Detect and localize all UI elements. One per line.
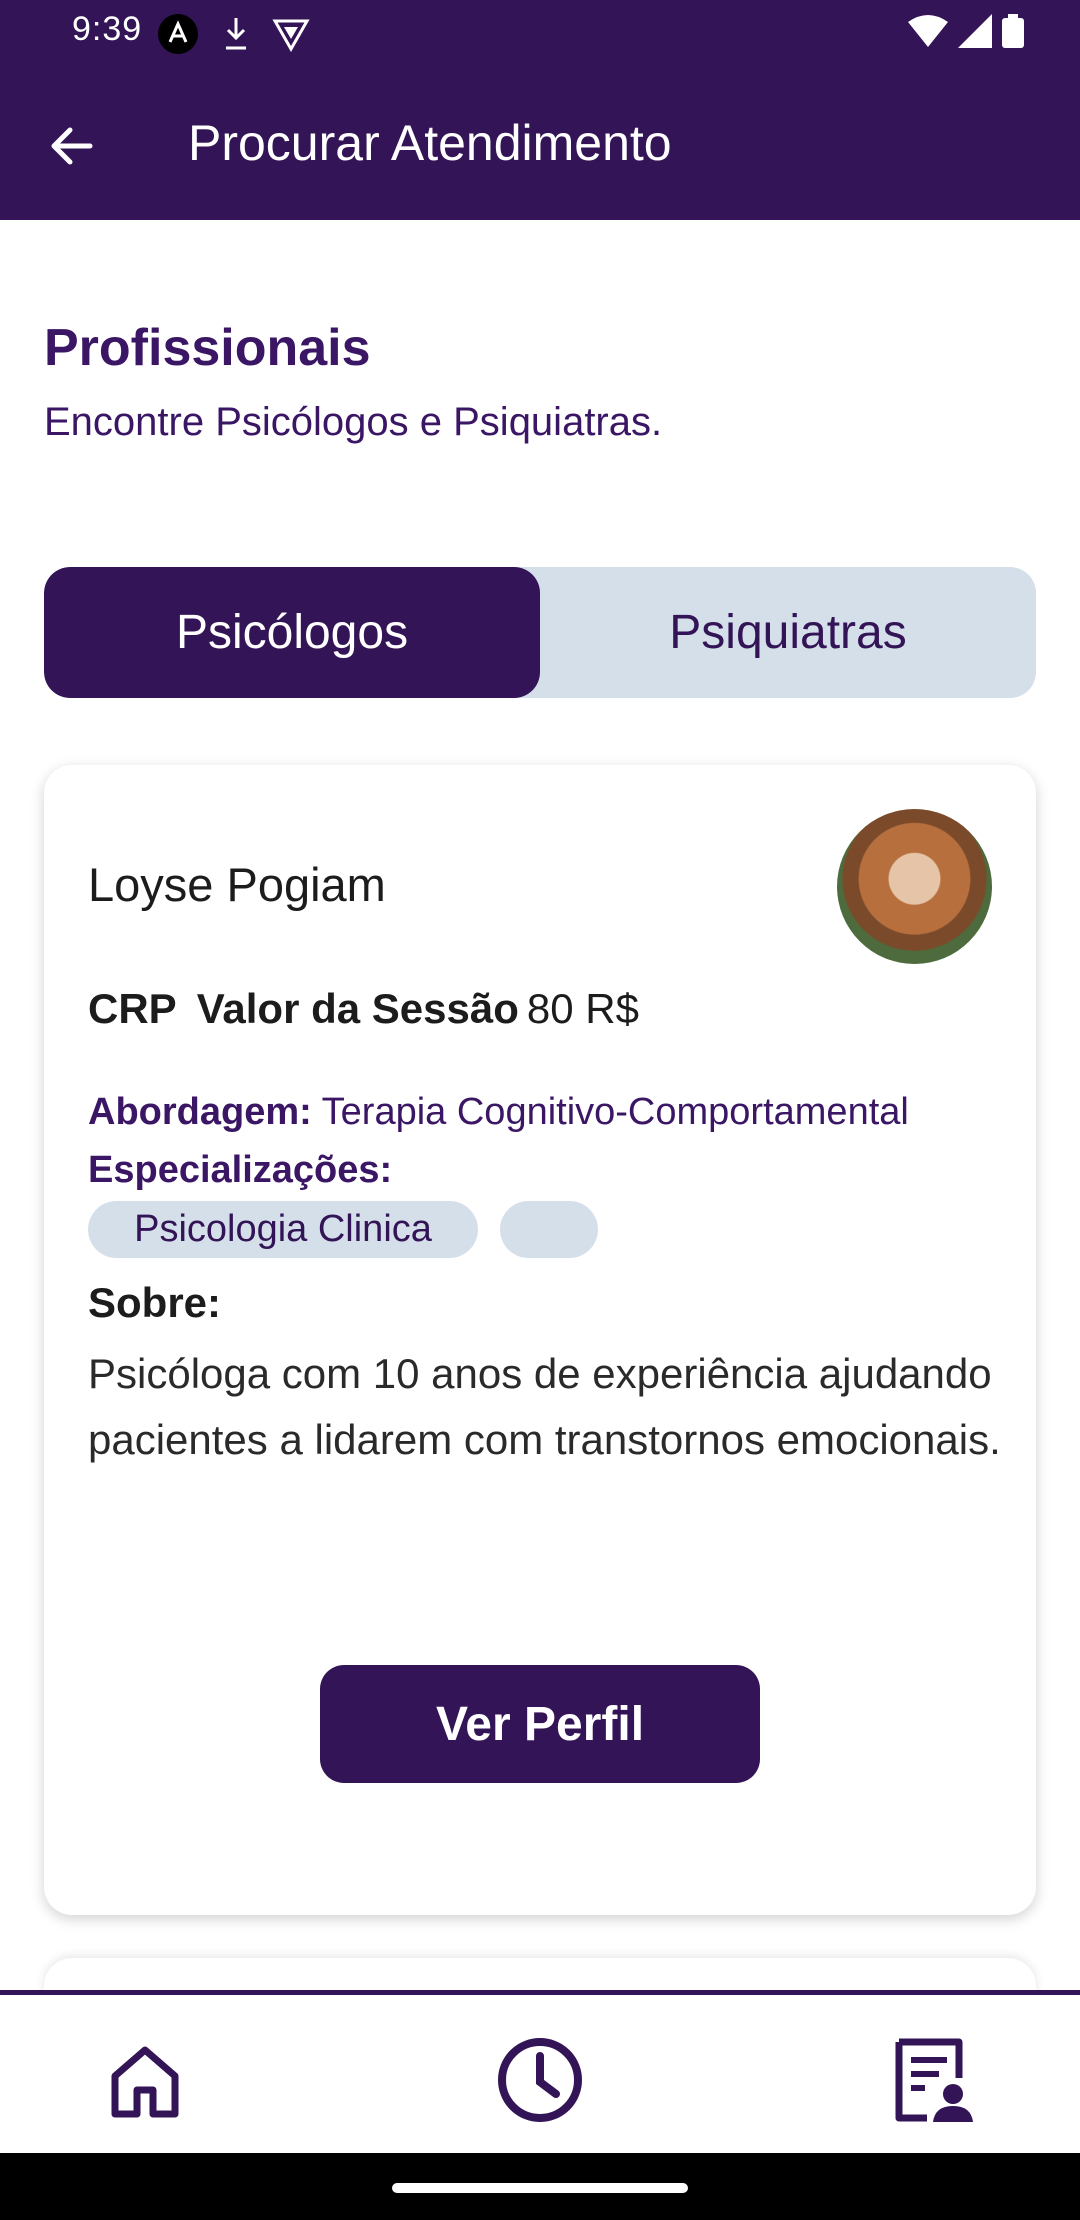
price-label: Valor da Sessão	[196, 985, 519, 1032]
status-time: 9:39	[72, 10, 143, 48]
home-icon	[111, 2046, 179, 2118]
nav-profile[interactable]	[885, 2030, 985, 2130]
price-value: 80 R$	[526, 985, 639, 1032]
professional-type-tabs: Psicólogos Psiquiatras	[44, 567, 1036, 698]
approach-value: Terapia Cognitivo-Comportamental	[321, 1091, 909, 1133]
home-gesture-handle[interactable]	[392, 2183, 688, 2193]
professional-card: Loyse Pogiam CRP Valor da Sessão 80 R$ A…	[44, 765, 1036, 1915]
profile-document-icon	[895, 2038, 973, 2122]
status-bar: 9:39	[0, 0, 1080, 64]
approach-line: Abordagem: Terapia Cognitivo-Comportamen…	[88, 1091, 909, 1134]
wifi-icon	[908, 15, 948, 47]
crp-label: CRP	[88, 985, 177, 1032]
avatar	[837, 809, 992, 964]
battery-icon	[1002, 14, 1024, 48]
about-text: Psicóloga com 10 anos de experiência aju…	[88, 1350, 1001, 1463]
about-label: Sobre:	[88, 1279, 222, 1326]
shield-icon	[272, 19, 310, 52]
approach-label: Abordagem:	[88, 1091, 312, 1133]
price-line: CRP Valor da Sessão 80 R$	[88, 985, 639, 1033]
specialization-chip: Psicologia Clinica	[88, 1201, 478, 1258]
section-title: Profissionais	[44, 319, 371, 377]
section-subtitle: Encontre Psicólogos e Psiquiatras.	[44, 400, 663, 444]
specialization-chip-empty	[500, 1201, 598, 1258]
status-left-icons	[156, 12, 310, 56]
download-icon	[226, 18, 246, 50]
system-navigation-bar	[0, 2153, 1080, 2220]
nav-history[interactable]	[490, 2030, 590, 2130]
signal-icon	[958, 14, 992, 48]
professional-name: Loyse Pogiam	[88, 858, 386, 911]
back-button[interactable]	[40, 114, 104, 178]
page-title: Procurar Atendimento	[188, 115, 672, 171]
android-icon	[158, 14, 198, 54]
arrow-left-icon	[51, 127, 93, 165]
app-bar: Procurar Atendimento	[0, 64, 1080, 220]
nav-home[interactable]	[95, 2030, 195, 2130]
tab-psiquiatras[interactable]: Psiquiatras	[540, 567, 1036, 698]
clock-icon	[498, 2038, 582, 2122]
bottom-nav	[0, 1990, 1080, 2158]
view-profile-button[interactable]: Ver Perfil	[320, 1665, 760, 1783]
specializations-label: Especializações:	[88, 1149, 393, 1191]
tab-psicologos[interactable]: Psicólogos	[44, 567, 540, 698]
status-right-icons	[908, 14, 1024, 48]
